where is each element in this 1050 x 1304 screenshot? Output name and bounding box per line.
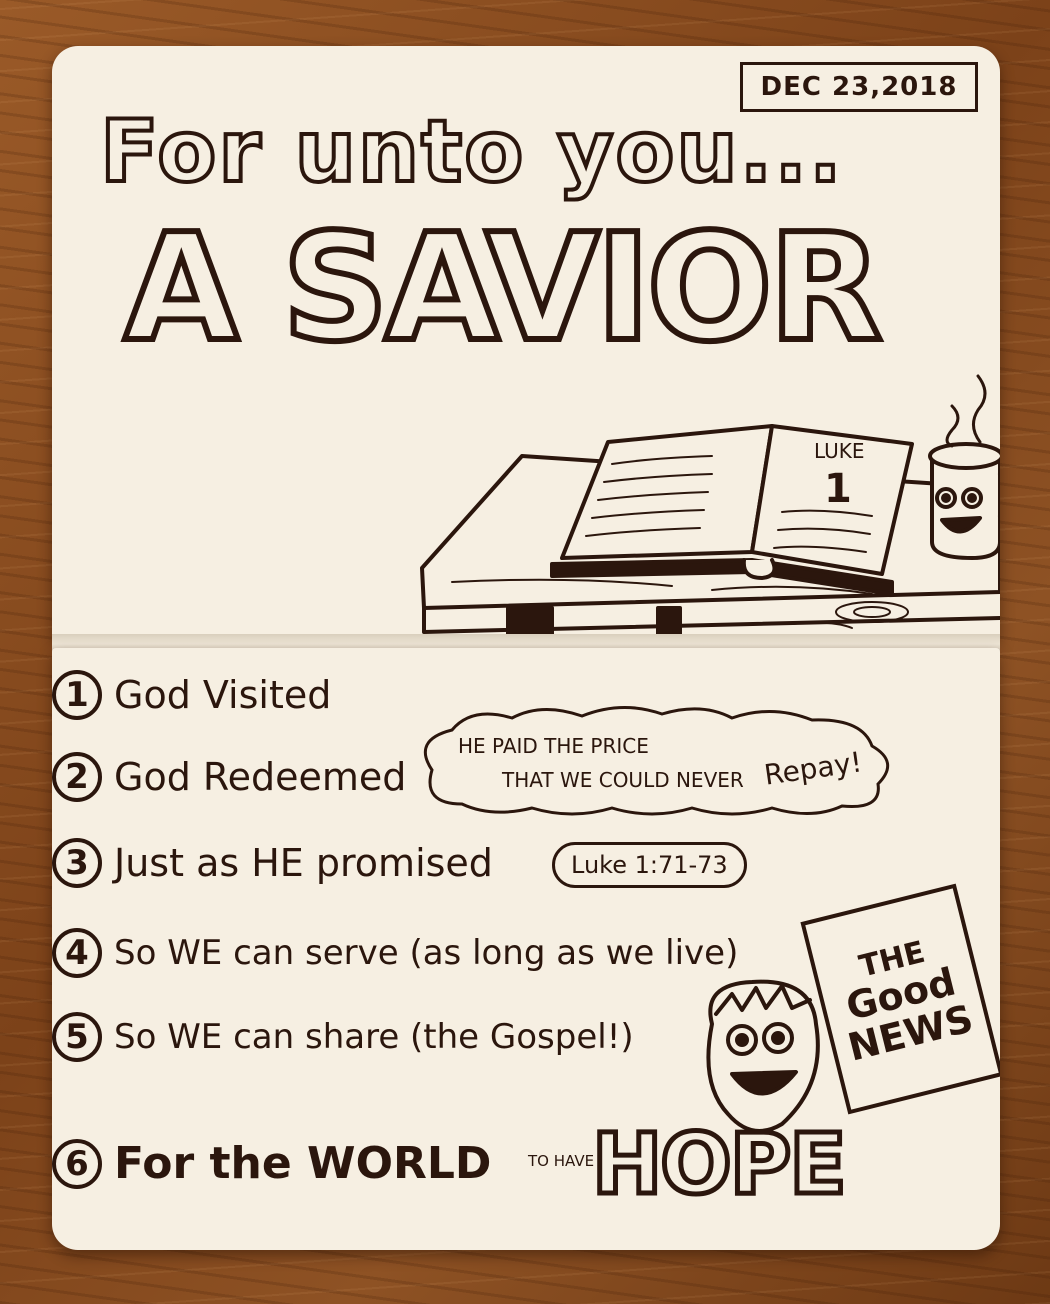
cloud-text-line2: THAT WE COULD NEVER bbox=[502, 768, 744, 792]
scripture-reference: Luke 1:71-73 bbox=[552, 842, 747, 888]
thought-cloud: HE PAID THE PRICE THAT WE COULD NEVER Re… bbox=[402, 700, 902, 818]
hope-headline: HOPE bbox=[590, 1115, 850, 1213]
book-label: LUKE bbox=[814, 439, 865, 463]
title-line: For unto you... bbox=[98, 100, 844, 204]
item-number: 4 bbox=[52, 928, 102, 978]
cloud-text-line1: HE PAID THE PRICE bbox=[458, 734, 649, 758]
list-item-5: 5 So WE can share (the Gospel!) bbox=[52, 1012, 634, 1062]
date-text: DEC 23,2018 bbox=[760, 72, 958, 102]
item-number: 2 bbox=[52, 752, 102, 802]
list-item-4: 4 So WE can serve (as long as we live) bbox=[52, 928, 738, 978]
item-text: God Visited bbox=[114, 673, 332, 717]
notebook-top-page: DEC 23,2018 For unto you... A SAVIOR LUK… bbox=[52, 46, 1000, 640]
notebook-bottom-page: 1 God Visited 2 God Redeemed 3 Just as H… bbox=[52, 648, 1000, 1250]
headline-savior: A SAVIOR bbox=[121, 202, 886, 374]
desk-bible-mug-illustration: LUKE 1 bbox=[420, 374, 1000, 640]
book-chapter: 1 bbox=[824, 466, 852, 512]
points-list: 1 God Visited 2 God Redeemed 3 Just as H… bbox=[52, 648, 1000, 1250]
item-text: So WE can share (the Gospel!) bbox=[114, 1017, 634, 1057]
item-number: 3 bbox=[52, 838, 102, 888]
list-item-2: 2 God Redeemed bbox=[52, 752, 406, 802]
item-text: God Redeemed bbox=[114, 755, 407, 799]
to-have-label: TO HAVE bbox=[528, 1152, 595, 1170]
item-number: 1 bbox=[52, 670, 102, 720]
list-item-6: 6 For the WORLD bbox=[52, 1138, 491, 1189]
item-number: 6 bbox=[52, 1138, 102, 1189]
item-number: 5 bbox=[52, 1012, 102, 1062]
item-text: Just as HE promised bbox=[114, 841, 493, 885]
list-item-3: 3 Just as HE promised bbox=[52, 838, 493, 888]
item-text: So WE can serve (as long as we live) bbox=[114, 933, 739, 973]
item-text: For the WORLD bbox=[114, 1138, 492, 1189]
list-item-1: 1 God Visited bbox=[52, 670, 331, 720]
